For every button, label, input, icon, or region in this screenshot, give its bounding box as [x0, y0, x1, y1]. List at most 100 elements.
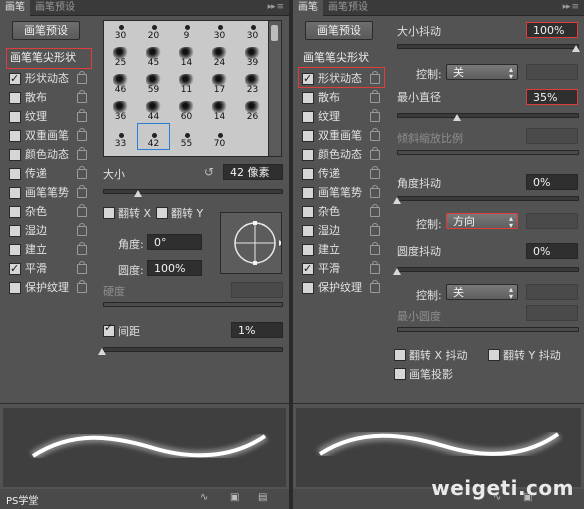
brush-tip-swatch[interactable]: 30 — [104, 21, 137, 42]
lock-icon[interactable] — [370, 71, 380, 84]
sidebar-item[interactable]: 双重画笔 — [296, 126, 384, 145]
brush-tip-swatch[interactable]: 44 — [137, 96, 170, 123]
panel-menu-icon[interactable]: ▸▸ ≡ — [268, 2, 284, 12]
lock-icon[interactable] — [370, 185, 380, 198]
brush-tip-swatch[interactable]: 59 — [137, 69, 170, 96]
sidebar-item[interactable]: 颜色动态 — [296, 145, 384, 164]
angle-roundness-widget[interactable] — [220, 212, 283, 274]
lock-icon[interactable] — [77, 280, 87, 293]
brush-tip-swatch[interactable]: 42 — [137, 123, 170, 150]
lock-icon[interactable] — [77, 166, 87, 179]
brush-tip-swatch[interactable]: 45 — [137, 42, 170, 69]
sidebar-checkbox[interactable] — [302, 92, 314, 104]
lock-icon[interactable] — [77, 147, 87, 160]
size-input[interactable]: 42 像素 — [223, 164, 283, 180]
min-diameter-slider[interactable] — [397, 113, 579, 118]
sidebar-checkbox[interactable] — [9, 149, 21, 161]
sidebar-checkbox[interactable] — [9, 168, 21, 180]
sidebar-item[interactable]: 平滑 — [3, 259, 91, 278]
create-new-icon[interactable]: ▤ — [258, 492, 267, 503]
sidebar-checkbox[interactable] — [9, 130, 21, 142]
sidebar-item[interactable]: 建立 — [296, 240, 384, 259]
sidebar-item[interactable]: 双重画笔 — [3, 126, 91, 145]
lock-icon[interactable] — [370, 242, 380, 255]
sidebar-checkbox[interactable] — [9, 187, 21, 199]
lock-icon[interactable] — [77, 90, 87, 103]
lock-icon[interactable] — [370, 223, 380, 236]
size-jitter-thumb[interactable] — [572, 45, 580, 52]
roundness-jitter-input[interactable]: 0% — [526, 243, 578, 259]
sidebar-checkbox[interactable] — [302, 187, 314, 199]
sidebar-checkbox[interactable] — [302, 282, 314, 294]
sidebar-checkbox[interactable] — [302, 130, 314, 142]
sidebar-item[interactable]: 湿边 — [3, 221, 91, 240]
brush-tip-swatch[interactable]: 14 — [170, 42, 203, 69]
lock-icon[interactable] — [370, 109, 380, 122]
brush-projection-checkbox[interactable] — [394, 368, 406, 380]
flip-x-checkbox[interactable] — [103, 207, 115, 219]
brush-tip-swatch[interactable]: 70 — [203, 123, 236, 150]
min-diameter-input[interactable]: 35% — [526, 89, 578, 105]
size-slider-thumb[interactable] — [134, 190, 142, 197]
roundness-jitter-slider[interactable] — [397, 267, 579, 272]
sidebar-item[interactable]: 传递 — [3, 164, 91, 183]
scrollbar-thumb[interactable] — [271, 25, 278, 41]
brush-tip-swatch[interactable]: 46 — [104, 69, 137, 96]
brush-tip-swatch[interactable]: 39 — [236, 42, 269, 69]
brush-tip-swatch[interactable]: 14 — [203, 96, 236, 123]
brush-tip-swatch[interactable]: 30 — [203, 21, 236, 42]
brush-tip-swatch[interactable]: 11 — [170, 69, 203, 96]
roundness-jitter-thumb[interactable] — [393, 268, 401, 275]
sidebar-item[interactable]: 传递 — [296, 164, 384, 183]
tab-brush[interactable]: 画笔 — [293, 0, 323, 16]
brush-grid-scrollbar[interactable] — [268, 20, 282, 157]
sidebar-item[interactable]: 保护纹理 — [3, 278, 91, 297]
lock-icon[interactable] — [370, 261, 380, 274]
angle-jitter-slider[interactable] — [397, 196, 579, 201]
brush-tip-swatch[interactable]: 17 — [203, 69, 236, 96]
sidebar-item[interactable]: 画笔笔势 — [296, 183, 384, 202]
lock-icon[interactable] — [77, 71, 87, 84]
lock-icon[interactable] — [77, 261, 87, 274]
control-select-3[interactable]: 关 ▴ ▾ — [446, 284, 518, 301]
brush-tip-swatch[interactable]: 60 — [170, 96, 203, 123]
sidebar-item[interactable]: 纹理 — [296, 107, 384, 126]
brush-tip-swatch[interactable]: 55 — [170, 123, 203, 150]
sidebar-item[interactable]: 纹理 — [3, 107, 91, 126]
sidebar-checkbox[interactable] — [9, 92, 21, 104]
lock-icon[interactable] — [77, 242, 87, 255]
lock-icon[interactable] — [370, 147, 380, 160]
brush-tip-swatch[interactable]: 25 — [104, 42, 137, 69]
sidebar-checkbox[interactable] — [9, 206, 21, 218]
sidebar-item[interactable]: 颜色动态 — [3, 145, 91, 164]
tab-brush-presets[interactable]: 画笔预设 — [323, 0, 373, 15]
brush-tip-swatch[interactable]: 26 — [236, 96, 269, 123]
angle-jitter-input[interactable]: 0% — [526, 174, 578, 190]
new-brush-icon[interactable]: ▣ — [230, 492, 239, 503]
sidebar-checkbox[interactable] — [302, 168, 314, 180]
brush-tip-swatch[interactable]: 20 — [137, 21, 170, 42]
spacing-input[interactable]: 1% — [231, 322, 283, 338]
sidebar-checkbox[interactable] — [302, 206, 314, 218]
sidebar-item-brush-tip-shape[interactable]: 画笔笔尖形状 — [296, 47, 384, 69]
reset-size-icon[interactable]: ↺ — [204, 165, 214, 179]
brush-tip-swatch[interactable]: 36 — [104, 96, 137, 123]
flip-x-jitter-checkbox[interactable] — [394, 349, 406, 361]
lock-icon[interactable] — [77, 223, 87, 236]
sidebar-checkbox[interactable] — [302, 149, 314, 161]
flip-y-checkbox[interactable] — [156, 207, 168, 219]
sidebar-checkbox[interactable] — [302, 244, 314, 256]
spacing-checkbox[interactable] — [103, 321, 115, 337]
lock-icon[interactable] — [370, 90, 380, 103]
sidebar-item[interactable]: 平滑 — [296, 259, 384, 278]
sidebar-item[interactable]: 散布 — [3, 88, 91, 107]
sidebar-item[interactable]: 形状动态 — [296, 69, 384, 88]
sidebar-item[interactable]: 建立 — [3, 240, 91, 259]
angle-jitter-thumb[interactable] — [393, 197, 401, 204]
brush-tip-swatch[interactable]: 23 — [236, 69, 269, 96]
lock-icon[interactable] — [370, 204, 380, 217]
lock-icon[interactable] — [77, 185, 87, 198]
sidebar-checkbox[interactable] — [302, 225, 314, 237]
control-select-2[interactable]: 方向 ▴ ▾ — [446, 213, 518, 230]
sidebar-item[interactable]: 散布 — [296, 88, 384, 107]
